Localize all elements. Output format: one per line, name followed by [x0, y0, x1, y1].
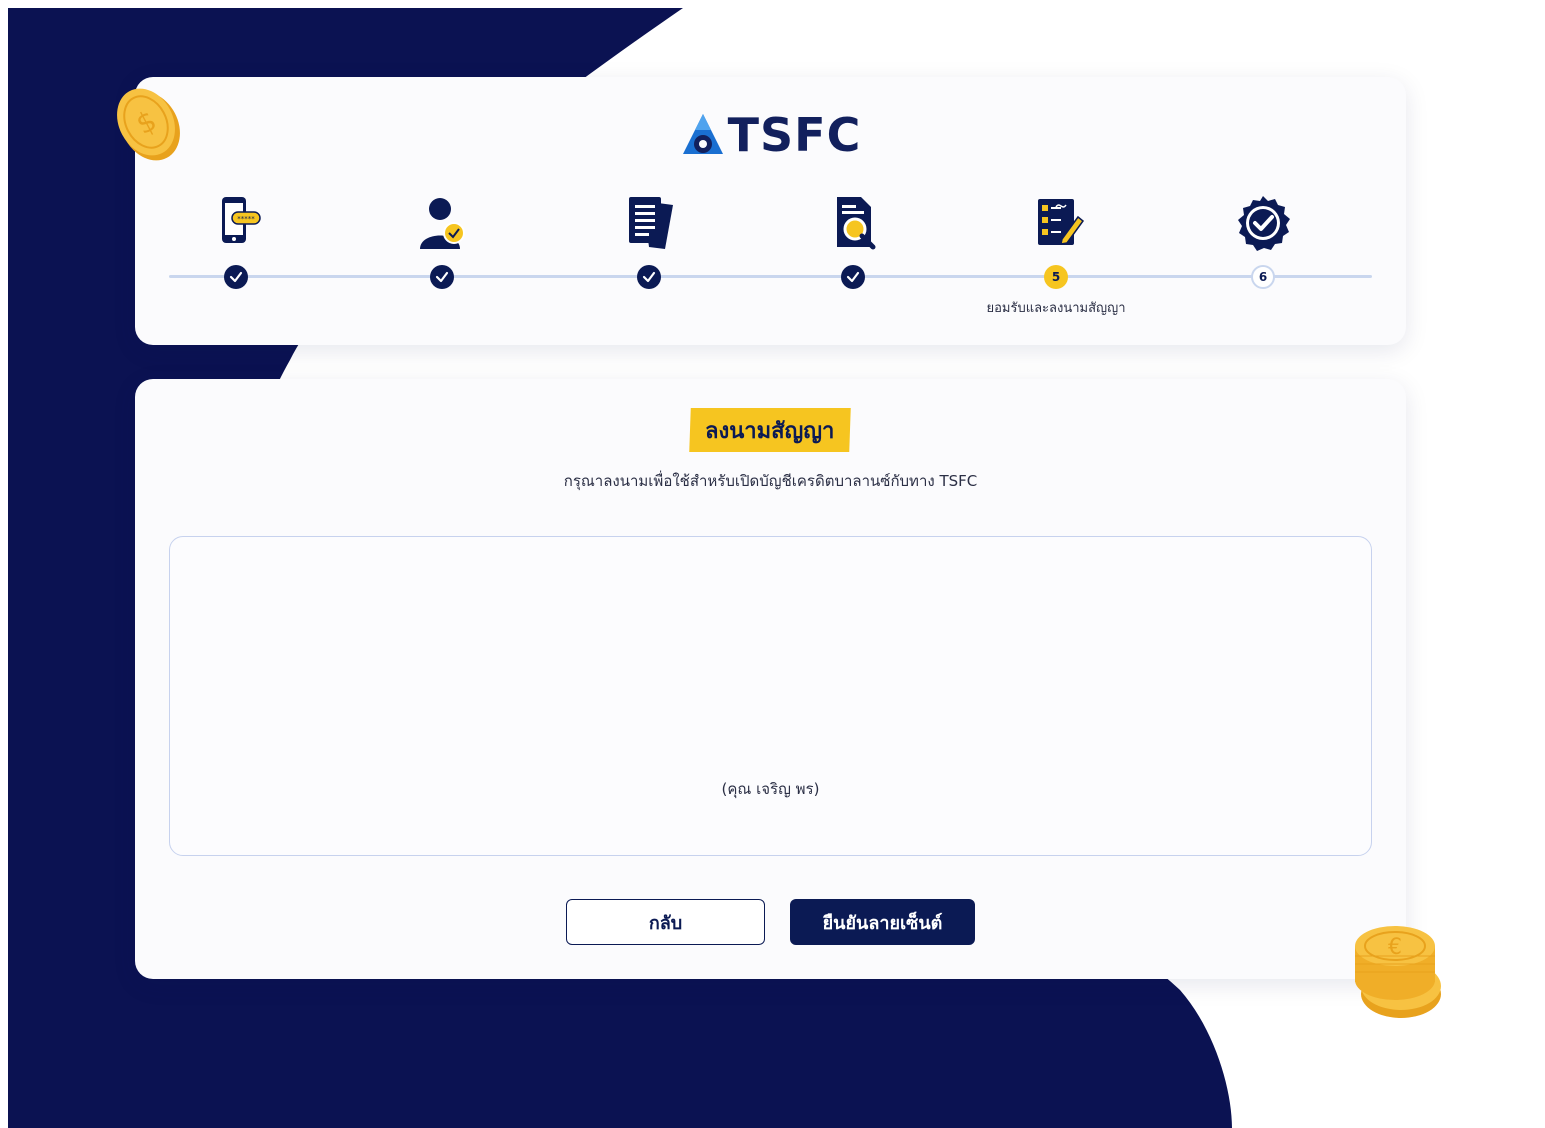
documents-icon	[629, 197, 673, 249]
check-icon	[229, 271, 243, 283]
tsfc-logo-icon	[682, 114, 723, 154]
step-4	[793, 189, 913, 339]
person-verify-icon	[420, 198, 465, 249]
page-title-text: ลงนามสัญญา	[705, 418, 835, 444]
step-3	[589, 189, 709, 339]
page-subtitle: กรุณาลงนามเพื่อใช้สำหรับเปิดบัญชีเครดิตบ…	[563, 472, 978, 490]
check-icon	[846, 271, 860, 283]
logo-text: TSFC	[727, 108, 862, 162]
back-button[interactable]: กลับ	[566, 899, 765, 945]
step-2	[382, 189, 502, 339]
progress-card: TSFC ***** 5 ยอมรับและลงนามสัญญา 6	[135, 77, 1406, 345]
page-title: ลงนามสัญญา	[689, 408, 851, 452]
step-1-check	[224, 265, 248, 289]
signer-name: (คุณ เจริญ พร)	[721, 780, 820, 798]
progress-line	[169, 275, 1372, 278]
coin-icon: $	[117, 88, 180, 161]
confirm-signature-button[interactable]: ยืนยันลายเซ็นต์	[790, 899, 975, 945]
step-3-check	[637, 265, 661, 289]
phone-otp-icon: *****	[222, 197, 261, 243]
step-5-label: ยอมรับและลงนามสัญญา	[986, 301, 1126, 316]
step-5-number: 5	[1044, 265, 1068, 289]
check-icon	[435, 271, 449, 283]
signature-card: ลงนามสัญญา กรุณาลงนามเพื่อใช้สำหรับเปิดบ…	[135, 379, 1406, 979]
check-icon	[642, 271, 656, 283]
step-4-check	[841, 265, 865, 289]
step-2-check	[430, 265, 454, 289]
svg-text:*****: *****	[237, 215, 255, 223]
coin-stack-icon: €	[1355, 926, 1441, 1018]
step-5: 5 ยอมรับและลงนามสัญญา	[986, 189, 1126, 339]
checklist-sign-icon	[1038, 199, 1085, 245]
step-6-number: 6	[1251, 265, 1275, 289]
verified-badge-icon	[1238, 196, 1290, 251]
step-6: 6	[1203, 189, 1323, 339]
document-search-icon	[837, 197, 876, 250]
logo: TSFC	[135, 105, 1406, 165]
signature-pad[interactable]: (คุณ เจริญ พร)	[169, 536, 1372, 856]
step-1: *****	[176, 189, 296, 339]
